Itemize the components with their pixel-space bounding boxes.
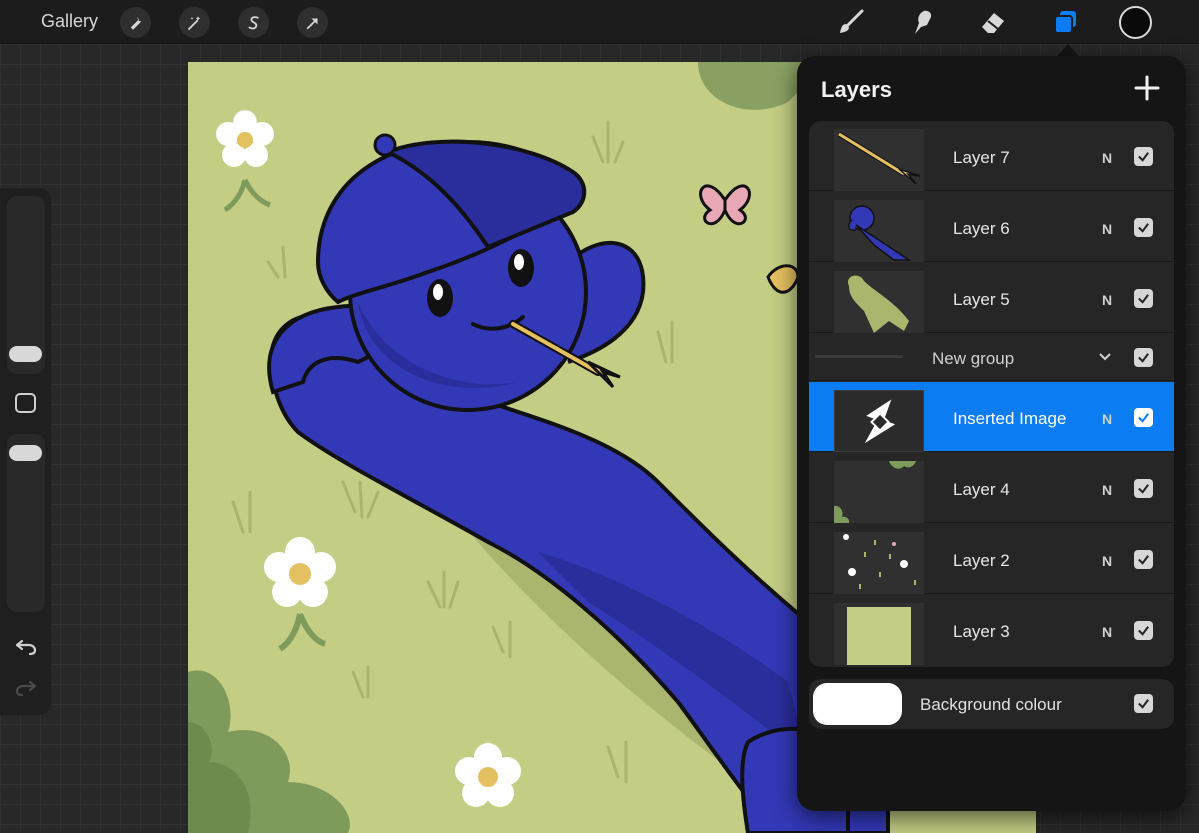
transform-arrow-icon[interactable] [297, 7, 328, 38]
thumbnail-fill [847, 607, 911, 665]
layer-thumbnail [834, 271, 924, 333]
check-icon [1138, 626, 1149, 636]
layer-name: Layer 4 [953, 480, 1010, 499]
brush-size-thumb[interactable] [9, 346, 42, 362]
panel-title: Layers [821, 77, 892, 102]
modify-button[interactable] [15, 393, 36, 413]
visibility-checkbox[interactable] [1134, 694, 1153, 713]
layer-row[interactable]: Layer 6 N [809, 192, 1174, 262]
blend-mode-button[interactable]: N [1102, 482, 1112, 498]
layer-row[interactable]: Layer 2 N [809, 524, 1174, 594]
layer-name: Layer 7 [953, 148, 1010, 167]
background-colour-swatch[interactable] [813, 683, 902, 725]
smudge-icon[interactable] [906, 6, 938, 38]
wrench-icon[interactable] [120, 7, 151, 38]
eraser-icon[interactable] [977, 6, 1009, 38]
panel-pointer [1057, 44, 1079, 56]
check-icon [1138, 484, 1149, 494]
color-picker-button[interactable] [1119, 6, 1152, 39]
layer-thumbnail [834, 532, 924, 594]
layer-thumbnail [834, 129, 924, 191]
layer-row[interactable]: Layer 3 N [809, 595, 1174, 665]
visibility-checkbox[interactable] [1134, 147, 1153, 166]
opacity-thumb[interactable] [9, 445, 42, 461]
visibility-checkbox[interactable] [1134, 621, 1153, 640]
layer-thumbnail [834, 390, 924, 452]
undo-icon[interactable] [14, 635, 38, 659]
chevron-down-icon[interactable] [1098, 350, 1112, 364]
check-icon [1138, 152, 1149, 162]
blend-mode-button[interactable]: N [1102, 221, 1112, 237]
layer-thumbnail [834, 603, 924, 665]
check-icon [1138, 294, 1149, 304]
layer-name: Layer 2 [953, 551, 1010, 570]
layer-row[interactable]: Layer 4 N [809, 453, 1174, 523]
blend-mode-button[interactable]: N [1102, 150, 1112, 166]
blend-mode-button[interactable]: N [1102, 624, 1112, 640]
blend-mode-button[interactable]: N [1102, 553, 1112, 569]
check-icon [1138, 699, 1149, 709]
selection-icon[interactable] [238, 7, 269, 38]
background-colour-row[interactable]: Background colour [809, 679, 1174, 729]
visibility-checkbox[interactable] [1134, 289, 1153, 308]
check-icon [1138, 413, 1149, 423]
visibility-checkbox[interactable] [1134, 408, 1153, 427]
visibility-checkbox[interactable] [1134, 218, 1153, 237]
blend-mode-button[interactable]: N [1102, 292, 1112, 308]
visibility-checkbox[interactable] [1134, 479, 1153, 498]
layer-row[interactable]: Layer 7 N [809, 121, 1174, 191]
check-icon [1138, 223, 1149, 233]
top-toolbar: Gallery [0, 0, 1199, 44]
gallery-button[interactable]: Gallery [41, 11, 98, 32]
layer-name: Layer 5 [953, 290, 1010, 309]
background-colour-label: Background colour [920, 695, 1062, 714]
redo-icon[interactable] [14, 676, 38, 700]
layer-thumbnail [834, 200, 924, 262]
layer-name: Inserted Image [953, 409, 1067, 428]
layer-name: Layer 3 [953, 622, 1010, 641]
check-icon [1138, 353, 1149, 363]
add-layer-icon[interactable] [1134, 75, 1160, 101]
group-indicator [815, 355, 903, 358]
layer-thumbnail [834, 461, 924, 523]
layer-name: Layer 6 [953, 219, 1010, 238]
visibility-checkbox[interactable] [1134, 550, 1153, 569]
magic-wand-icon[interactable] [179, 7, 210, 38]
check-icon [1138, 555, 1149, 565]
layer-group-row[interactable]: New group [809, 334, 1174, 381]
layer-list: Layer 7 N Layer 6 N Layer 5 N New group [809, 121, 1174, 667]
group-name: New group [932, 349, 1015, 368]
visibility-checkbox[interactable] [1134, 348, 1153, 367]
layer-row[interactable]: Layer 5 N [809, 263, 1174, 333]
layer-row-selected[interactable]: Inserted Image N [809, 382, 1174, 452]
layers-panel: Layers Layer 7 N Layer 6 N Layer 5 N New… [797, 56, 1186, 811]
brush-icon[interactable] [835, 6, 867, 38]
blend-mode-button[interactable]: N [1102, 411, 1112, 427]
left-sidebar [0, 188, 51, 715]
layers-icon[interactable] [1049, 6, 1081, 38]
